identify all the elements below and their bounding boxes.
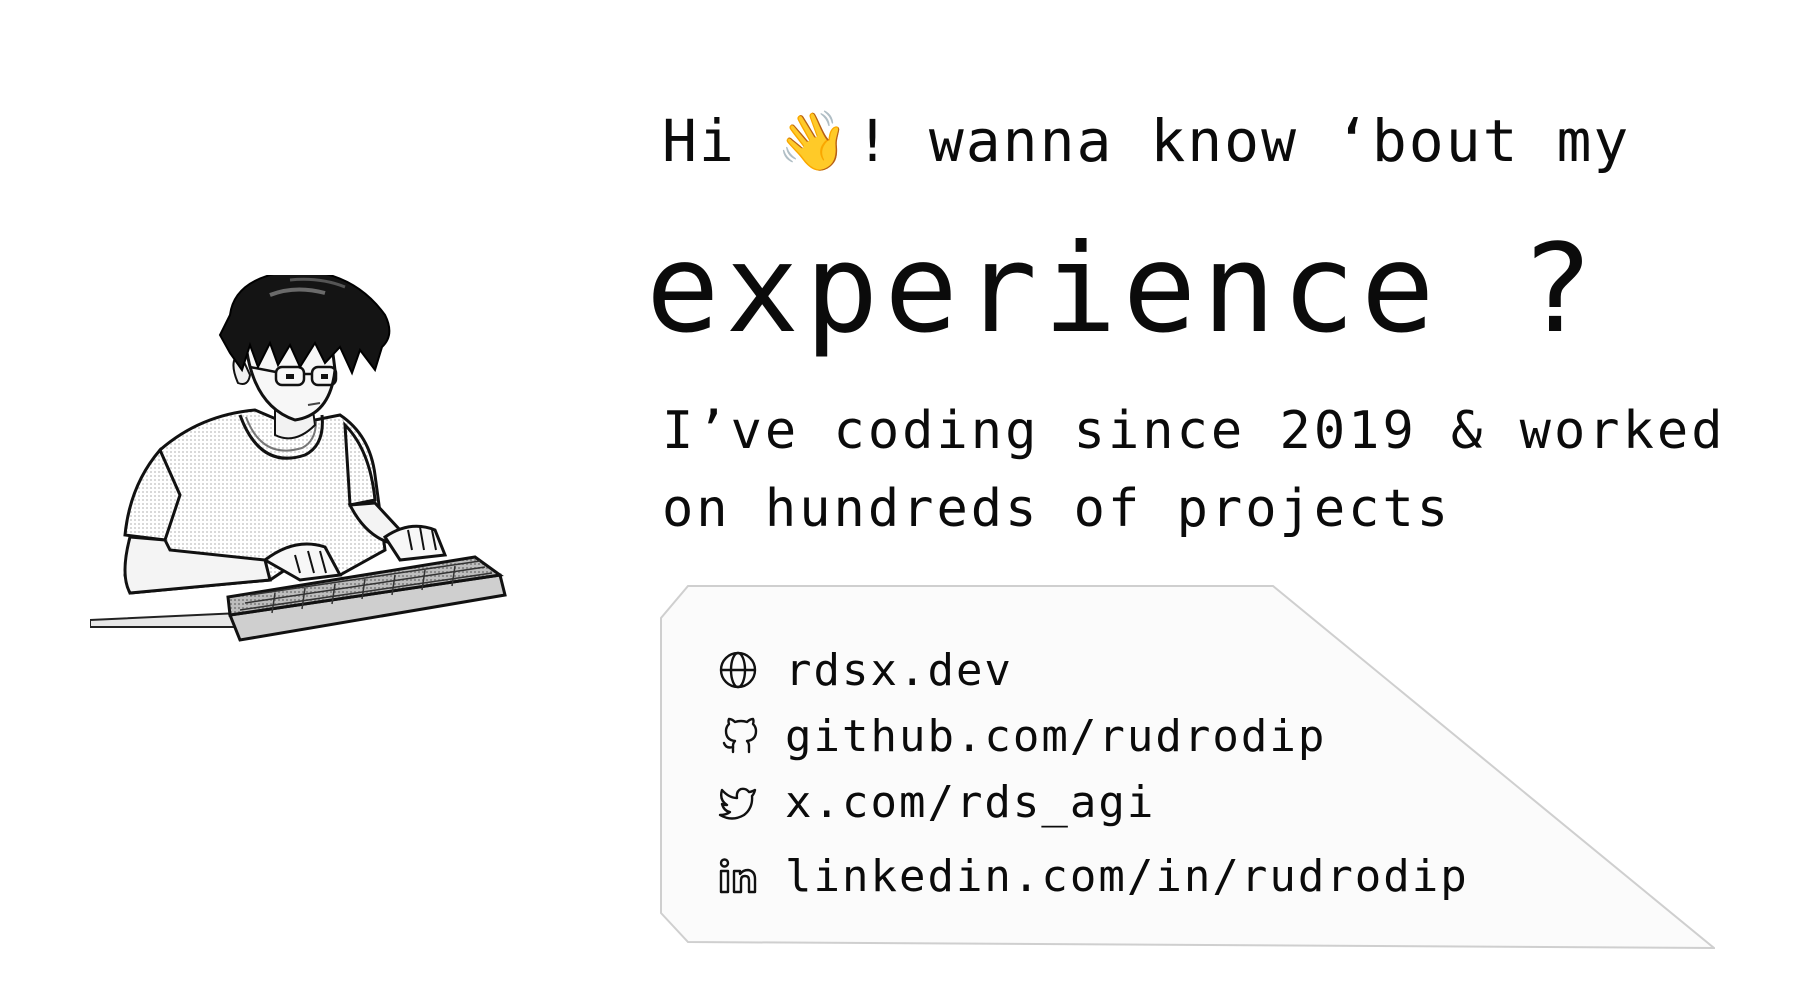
coder-illustration xyxy=(90,275,507,642)
globe-icon xyxy=(717,649,759,691)
link-website-text[interactable]: rdsx.dev xyxy=(785,645,1013,696)
page-title: experience ? xyxy=(646,218,1600,360)
github-icon xyxy=(717,715,759,757)
linkedin-icon xyxy=(717,855,759,897)
intro-line-2: on hundreds of projects xyxy=(662,479,1452,539)
greeting-rest: ! wanna know ‘bout my xyxy=(854,107,1631,175)
link-github-text[interactable]: github.com/rudrodip xyxy=(785,711,1326,762)
link-linkedin[interactable]: linkedin.com/in/rudrodip xyxy=(717,843,1469,909)
link-twitter-text[interactable]: x.com/rds_agi xyxy=(785,777,1155,828)
right-hand xyxy=(382,524,448,562)
greeting-hi: Hi xyxy=(662,107,736,175)
link-github[interactable]: github.com/rudrodip xyxy=(717,703,1469,769)
link-linkedin-text[interactable]: linkedin.com/in/rudrodip xyxy=(785,851,1469,902)
intro-text: I’ve coding since 2019 & worked on hundr… xyxy=(662,392,1726,548)
greeting: Hi 👋! wanna know ‘bout my xyxy=(662,112,1630,170)
waving-hand-icon: 👋 xyxy=(776,107,851,175)
link-website[interactable]: rdsx.dev xyxy=(717,637,1469,703)
twitter-icon xyxy=(717,781,759,823)
intro-line-1: I’ve coding since 2019 & worked xyxy=(662,401,1726,461)
link-twitter[interactable]: x.com/rds_agi xyxy=(717,769,1469,835)
links-card: rdsx.dev github.com/rudrodip x.com/rds_a… xyxy=(660,585,1715,950)
links-list: rdsx.dev github.com/rudrodip x.com/rds_a… xyxy=(717,637,1469,909)
